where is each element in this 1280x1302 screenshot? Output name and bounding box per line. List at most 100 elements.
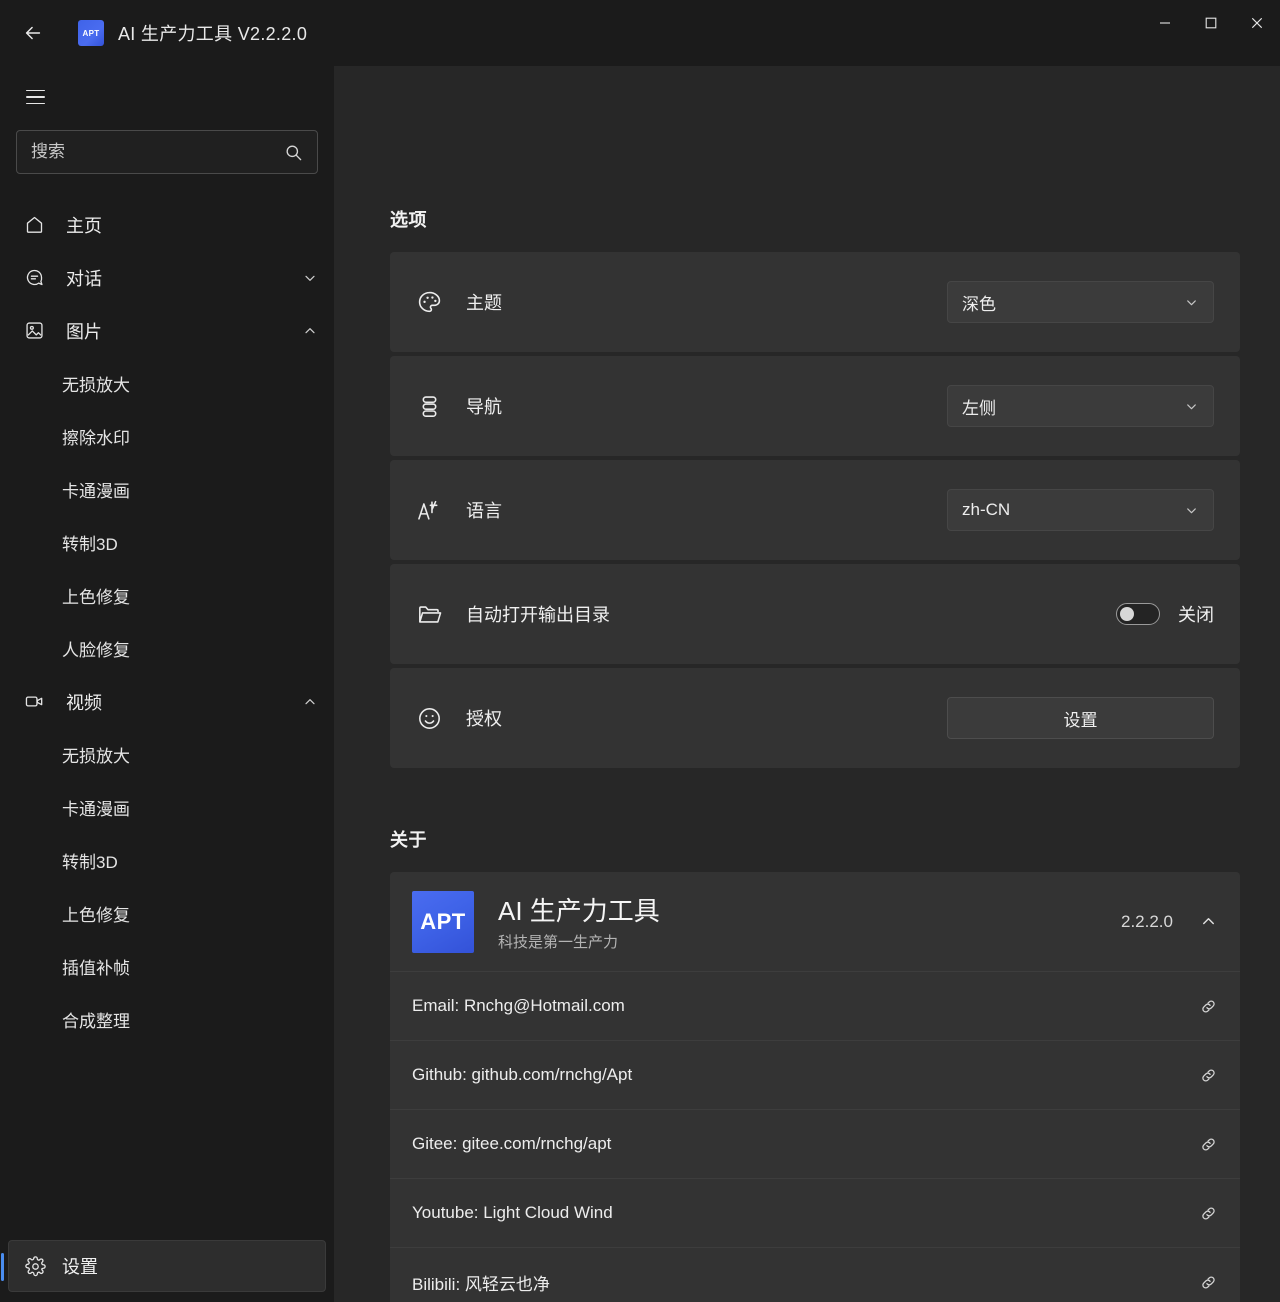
search-box[interactable] bbox=[16, 130, 318, 174]
about-link-bilibili[interactable]: Bilibili: 风轻云也净 bbox=[390, 1248, 1240, 1302]
chevron-down-icon bbox=[1184, 295, 1199, 310]
about-link-text: Email: Rnchg@Hotmail.com bbox=[412, 996, 625, 1015]
chevron-down-icon bbox=[1184, 399, 1199, 414]
search-icon[interactable] bbox=[284, 143, 303, 162]
option-row-theme: 主题 深色 bbox=[390, 252, 1240, 352]
search-input[interactable] bbox=[31, 142, 284, 162]
back-arrow-icon bbox=[25, 26, 41, 40]
app-logo-small: APT bbox=[78, 20, 104, 46]
about-name-block: AI 生产力工具 科技是第一生产力 bbox=[498, 891, 1121, 952]
chevron-down-icon[interactable] bbox=[302, 270, 318, 286]
main-content: 选项 主题 深色 导航 左侧 语言 zh-CN 自动打开输出目录 关闭 授权 设… bbox=[334, 66, 1280, 1302]
about-card: APT AI 生产力工具 科技是第一生产力 2.2.2.0 Email: Rnc… bbox=[390, 872, 1240, 1302]
sidebar-subitem-image-watermark[interactable]: 擦除水印 bbox=[0, 410, 334, 463]
app-window: APT AI 生产力工具 V2.2.2.0 搜索 主页 对话 图片 无损放大 擦… bbox=[0, 0, 1280, 1302]
sidebar-item-video[interactable]: 视频 bbox=[0, 675, 334, 728]
sidebar-subitem-video-cartoon[interactable]: 卡通漫画 bbox=[0, 781, 334, 834]
sidebar-subitem-image-colorize[interactable]: 上色修复 bbox=[0, 569, 334, 622]
options-section-title: 选项 bbox=[390, 210, 427, 230]
folder-open-icon bbox=[416, 601, 450, 628]
navigation-dropdown-value: 左侧 bbox=[962, 398, 996, 418]
sidebar-item-label: 主页 bbox=[66, 215, 102, 236]
sidebar-subitem-video-colorize[interactable]: 上色修复 bbox=[0, 887, 334, 940]
navigation-dropdown[interactable]: 左侧 bbox=[947, 385, 1214, 427]
window-controls bbox=[1142, 0, 1280, 46]
sidebar-item-image[interactable]: 图片 bbox=[0, 304, 334, 357]
home-icon bbox=[24, 214, 50, 235]
gear-icon bbox=[25, 1255, 46, 1277]
sidebar-subitem-video-interpolate[interactable]: 插值补帧 bbox=[0, 940, 334, 993]
back-button[interactable] bbox=[10, 10, 56, 56]
sidebar-subitem-video-upscale[interactable]: 无损放大 bbox=[0, 728, 334, 781]
about-header[interactable]: APT AI 生产力工具 科技是第一生产力 2.2.2.0 bbox=[390, 872, 1240, 972]
app-logo: APT bbox=[412, 890, 474, 953]
language-icon bbox=[416, 497, 450, 524]
about-tagline: 科技是第一生产力 bbox=[498, 934, 619, 951]
sidebar-item-label: 视频 bbox=[66, 692, 102, 713]
theme-dropdown-value: 深色 bbox=[962, 294, 996, 314]
sidebar-item-settings[interactable]: 设置 bbox=[1, 1240, 326, 1292]
auto-open-output-toggle[interactable] bbox=[1116, 603, 1160, 625]
maximize-icon bbox=[1205, 17, 1217, 29]
sidebar-item-label: 设置 bbox=[62, 1257, 98, 1277]
about-link-youtube[interactable]: Youtube: Light Cloud Wind bbox=[390, 1179, 1240, 1248]
sidebar-subitem-image-cartoon[interactable]: 卡通漫画 bbox=[0, 463, 334, 516]
option-row-language: 语言 zh-CN bbox=[390, 460, 1240, 560]
about-link-text: Gitee: gitee.com/rnchg/apt bbox=[412, 1134, 612, 1153]
authorization-settings-button[interactable]: 设置 bbox=[947, 697, 1214, 739]
link-icon[interactable] bbox=[1199, 997, 1218, 1016]
link-icon[interactable] bbox=[1199, 1273, 1218, 1292]
language-dropdown[interactable]: zh-CN bbox=[947, 489, 1214, 531]
option-label-language: 语言 bbox=[466, 501, 502, 521]
chevron-up-icon[interactable] bbox=[1199, 912, 1218, 931]
auto-open-output-state: 关闭 bbox=[1178, 605, 1214, 625]
about-section-title: 关于 bbox=[390, 830, 427, 850]
chevron-down-icon bbox=[1184, 503, 1199, 518]
link-icon[interactable] bbox=[1199, 1066, 1218, 1085]
window-title: AI 生产力工具 V2.2.2.0 bbox=[118, 24, 308, 44]
about-version: 2.2.2.0 bbox=[1121, 911, 1173, 931]
close-button[interactable] bbox=[1234, 0, 1280, 46]
maximize-button[interactable] bbox=[1188, 0, 1234, 46]
about-link-text: Bilibili: 风轻云也净 bbox=[412, 1274, 550, 1294]
sidebar-item-chat[interactable]: 对话 bbox=[0, 251, 334, 304]
option-row-authorization: 授权 设置 bbox=[390, 668, 1240, 768]
nav-list-icon bbox=[416, 393, 450, 420]
about-app-name: AI 生产力工具 bbox=[498, 896, 660, 926]
sidebar-item-label: 图片 bbox=[66, 321, 102, 342]
theme-dropdown[interactable]: 深色 bbox=[947, 281, 1214, 323]
sidebar-subitem-image-3d[interactable]: 转制3D bbox=[0, 516, 334, 569]
option-row-navigation: 导航 左侧 bbox=[390, 356, 1240, 456]
chevron-up-icon[interactable] bbox=[302, 694, 318, 710]
option-label-authorization: 授权 bbox=[466, 709, 502, 729]
link-icon[interactable] bbox=[1199, 1135, 1218, 1154]
sidebar-subitem-image-face[interactable]: 人脸修复 bbox=[0, 622, 334, 675]
link-icon[interactable] bbox=[1199, 1204, 1218, 1223]
palette-icon bbox=[416, 289, 450, 316]
hamburger-lines bbox=[25, 89, 45, 105]
window-body: 主页 对话 bbox=[0, 66, 1280, 1302]
option-label-navigation: 导航 bbox=[466, 397, 502, 417]
image-icon bbox=[24, 320, 50, 341]
minimize-button[interactable] bbox=[1142, 0, 1188, 46]
video-icon bbox=[24, 691, 50, 712]
about-link-gitee[interactable]: Gitee: gitee.com/rnchg/apt bbox=[390, 1110, 1240, 1179]
about-link-github[interactable]: Github: github.com/rnchg/Apt bbox=[390, 1041, 1240, 1110]
hamburger-icon[interactable] bbox=[12, 74, 58, 120]
language-dropdown-value: zh-CN bbox=[962, 500, 1011, 519]
option-label-auto-open-output: 自动打开输出目录 bbox=[466, 605, 610, 625]
chevron-up-icon[interactable] bbox=[302, 323, 318, 339]
auto-open-output-control: 关闭 bbox=[1116, 601, 1214, 627]
sidebar: 主页 对话 bbox=[0, 66, 334, 1302]
sidebar-footer: 设置 bbox=[0, 1240, 334, 1302]
sidebar-subitem-video-3d[interactable]: 转制3D bbox=[0, 834, 334, 887]
chat-icon bbox=[24, 267, 50, 288]
toggle-knob bbox=[1120, 607, 1134, 621]
sidebar-item-home[interactable]: 主页 bbox=[0, 198, 334, 251]
option-label-theme: 主题 bbox=[466, 293, 502, 313]
sidebar-subitem-image-upscale[interactable]: 无损放大 bbox=[0, 357, 334, 410]
sidebar-subitem-video-compose[interactable]: 合成整理 bbox=[0, 993, 334, 1046]
minimize-icon bbox=[1160, 22, 1170, 24]
about-link-email[interactable]: Email: Rnchg@Hotmail.com bbox=[390, 972, 1240, 1041]
close-icon bbox=[1251, 17, 1263, 29]
